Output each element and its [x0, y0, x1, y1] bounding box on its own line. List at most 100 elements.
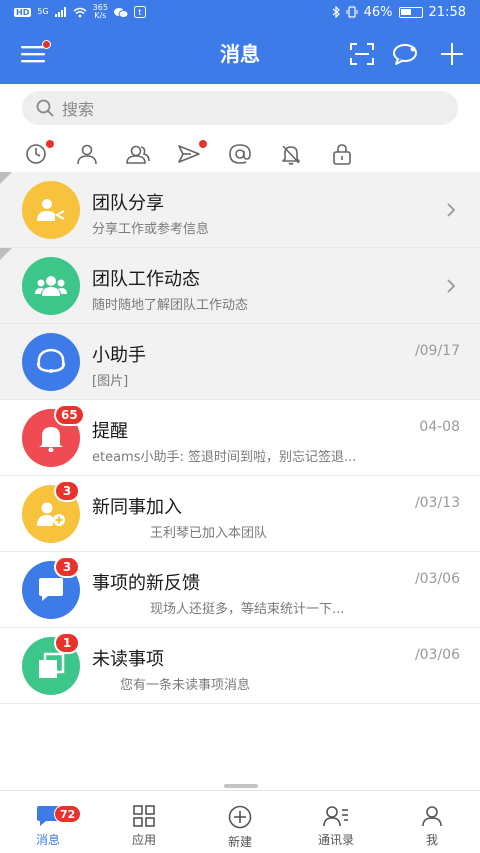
battery-icon	[398, 6, 423, 18]
drag-handle[interactable]	[224, 784, 258, 788]
headset-icon	[36, 348, 66, 373]
tab-label: 新建	[227, 835, 252, 849]
clock-time: 21:58	[428, 4, 466, 20]
tab-label: 应用	[131, 833, 156, 847]
lock-icon	[333, 144, 351, 165]
unread-badge: 65	[54, 404, 85, 426]
tab-me[interactable]: 我	[384, 791, 480, 853]
speed-unit: K/s	[94, 11, 107, 20]
list-item[interactable]: 小助手 [图片] /09/17	[0, 324, 480, 400]
unread-badge: 1	[54, 632, 80, 654]
app-header: 消息	[0, 24, 480, 84]
tab-label: 我	[425, 833, 438, 847]
unread-badge: 3	[54, 480, 80, 502]
recent-clock-icon	[26, 144, 46, 164]
filter-group[interactable]	[124, 140, 152, 168]
tab-contacts[interactable]: 通讯录	[288, 791, 384, 853]
filter-locked[interactable]	[328, 140, 356, 168]
filter-muted[interactable]	[277, 140, 305, 168]
person-icon	[77, 144, 97, 165]
pinned-marker	[0, 172, 12, 184]
item-title: 小助手	[92, 345, 146, 366]
add-user-icon	[37, 502, 65, 526]
scan-icon	[350, 43, 374, 65]
app-notification-icon: t	[133, 6, 146, 18]
item-title: 事项的新反馈	[92, 573, 200, 594]
list-item[interactable]: 3 新同事加入 王利琴已加入本团队 /03/13	[0, 476, 480, 552]
status-bar: HD 5G 365 K/s t 46% 21:58	[0, 0, 480, 24]
wifi-icon	[73, 7, 87, 17]
tab-messages[interactable]: 72 消息	[0, 791, 96, 853]
mute-bell-icon	[282, 145, 300, 165]
list-item[interactable]: 1 未读事项 您有一条未读事项消息 /03/06	[0, 628, 480, 704]
search-placeholder: 搜索	[62, 100, 95, 119]
filter-sent[interactable]	[175, 140, 207, 168]
item-title: 提醒	[92, 421, 128, 442]
item-subtitle: 王利琴已加入本团队	[150, 526, 268, 541]
menu-button[interactable]	[18, 38, 51, 70]
filter-person[interactable]	[73, 140, 101, 168]
search-input[interactable]: 搜索	[22, 91, 458, 125]
send-icon	[178, 145, 200, 163]
plus-icon	[441, 43, 463, 65]
item-subtitle: 分享工作或参考信息	[92, 222, 210, 237]
battery-percent: 46%	[363, 4, 393, 20]
add-button[interactable]	[436, 38, 468, 70]
vibrate-icon	[346, 6, 358, 18]
network-badge: HD	[14, 7, 32, 17]
comment-icon	[39, 578, 63, 601]
item-subtitle: 现场人还挺多，等结束统计一下...	[150, 602, 345, 617]
apps-grid-icon	[133, 805, 155, 827]
item-title: 未读事项	[92, 649, 164, 670]
item-subtitle: 随时随地了解团队工作动态	[92, 298, 249, 313]
list-item[interactable]: 团队分享 分享工作或参考信息	[0, 172, 480, 248]
svg-text:t: t	[138, 8, 141, 17]
item-date: /03/06	[414, 647, 460, 663]
network-speed: 365 K/s	[93, 4, 108, 20]
tab-apps[interactable]: 应用	[96, 791, 192, 853]
filter-recent-dot	[46, 140, 54, 148]
search-icon	[36, 99, 54, 117]
item-subtitle: [图片]	[92, 374, 129, 389]
chat-bubble-icon	[393, 44, 417, 65]
wechat-icon	[113, 7, 128, 18]
bottom-tab-bar: 72 消息 应用 新建 通讯录 我	[0, 790, 480, 853]
chevron-right-icon	[447, 203, 456, 217]
scan-button[interactable]	[346, 38, 378, 70]
filter-recent[interactable]	[22, 140, 54, 168]
list-item[interactable]: 65 提醒 eteams小助手: 签退时间到啦，别忘记签退... 04-08	[0, 400, 480, 476]
tab-unread-badge: 72	[54, 805, 82, 823]
filter-mentions[interactable]	[226, 140, 254, 168]
menu-notification-dot	[42, 40, 51, 49]
list-item[interactable]: 3 事项的新反馈 现场人还挺多，等结束统计一下... /03/06	[0, 552, 480, 628]
tab-label: 通讯录	[317, 833, 354, 847]
avatar	[22, 257, 80, 315]
pinned-marker	[0, 248, 12, 260]
share-person-icon	[37, 199, 65, 221]
bell-icon	[39, 427, 63, 452]
at-icon	[229, 144, 251, 164]
list-item[interactable]: 团队工作动态 随时随地了解团队工作动态	[0, 248, 480, 324]
message-filter-bar	[0, 136, 480, 170]
tab-new[interactable]: 新建	[192, 791, 288, 853]
group-icon	[126, 145, 150, 164]
avatar	[22, 333, 80, 391]
chevron-right-icon	[447, 279, 456, 293]
item-date: /03/13	[414, 495, 460, 511]
item-date: /09/17	[414, 343, 460, 359]
filter-sent-dot	[199, 140, 207, 148]
item-date: /03/06	[414, 571, 460, 587]
item-title: 团队分享	[92, 193, 164, 214]
chat-button[interactable]	[390, 38, 422, 70]
item-subtitle: 您有一条未读事项消息	[120, 678, 251, 693]
item-title: 团队工作动态	[92, 269, 200, 290]
avatar	[22, 181, 80, 239]
item-title: 新同事加入	[92, 497, 182, 518]
contacts-icon	[323, 806, 348, 827]
me-person-icon	[422, 806, 442, 827]
tab-label: 消息	[35, 833, 60, 847]
new-circle-plus-icon	[228, 805, 252, 829]
signal-label: 5G	[37, 7, 49, 16]
bluetooth-icon	[332, 6, 340, 18]
unread-item-icon	[39, 652, 65, 678]
